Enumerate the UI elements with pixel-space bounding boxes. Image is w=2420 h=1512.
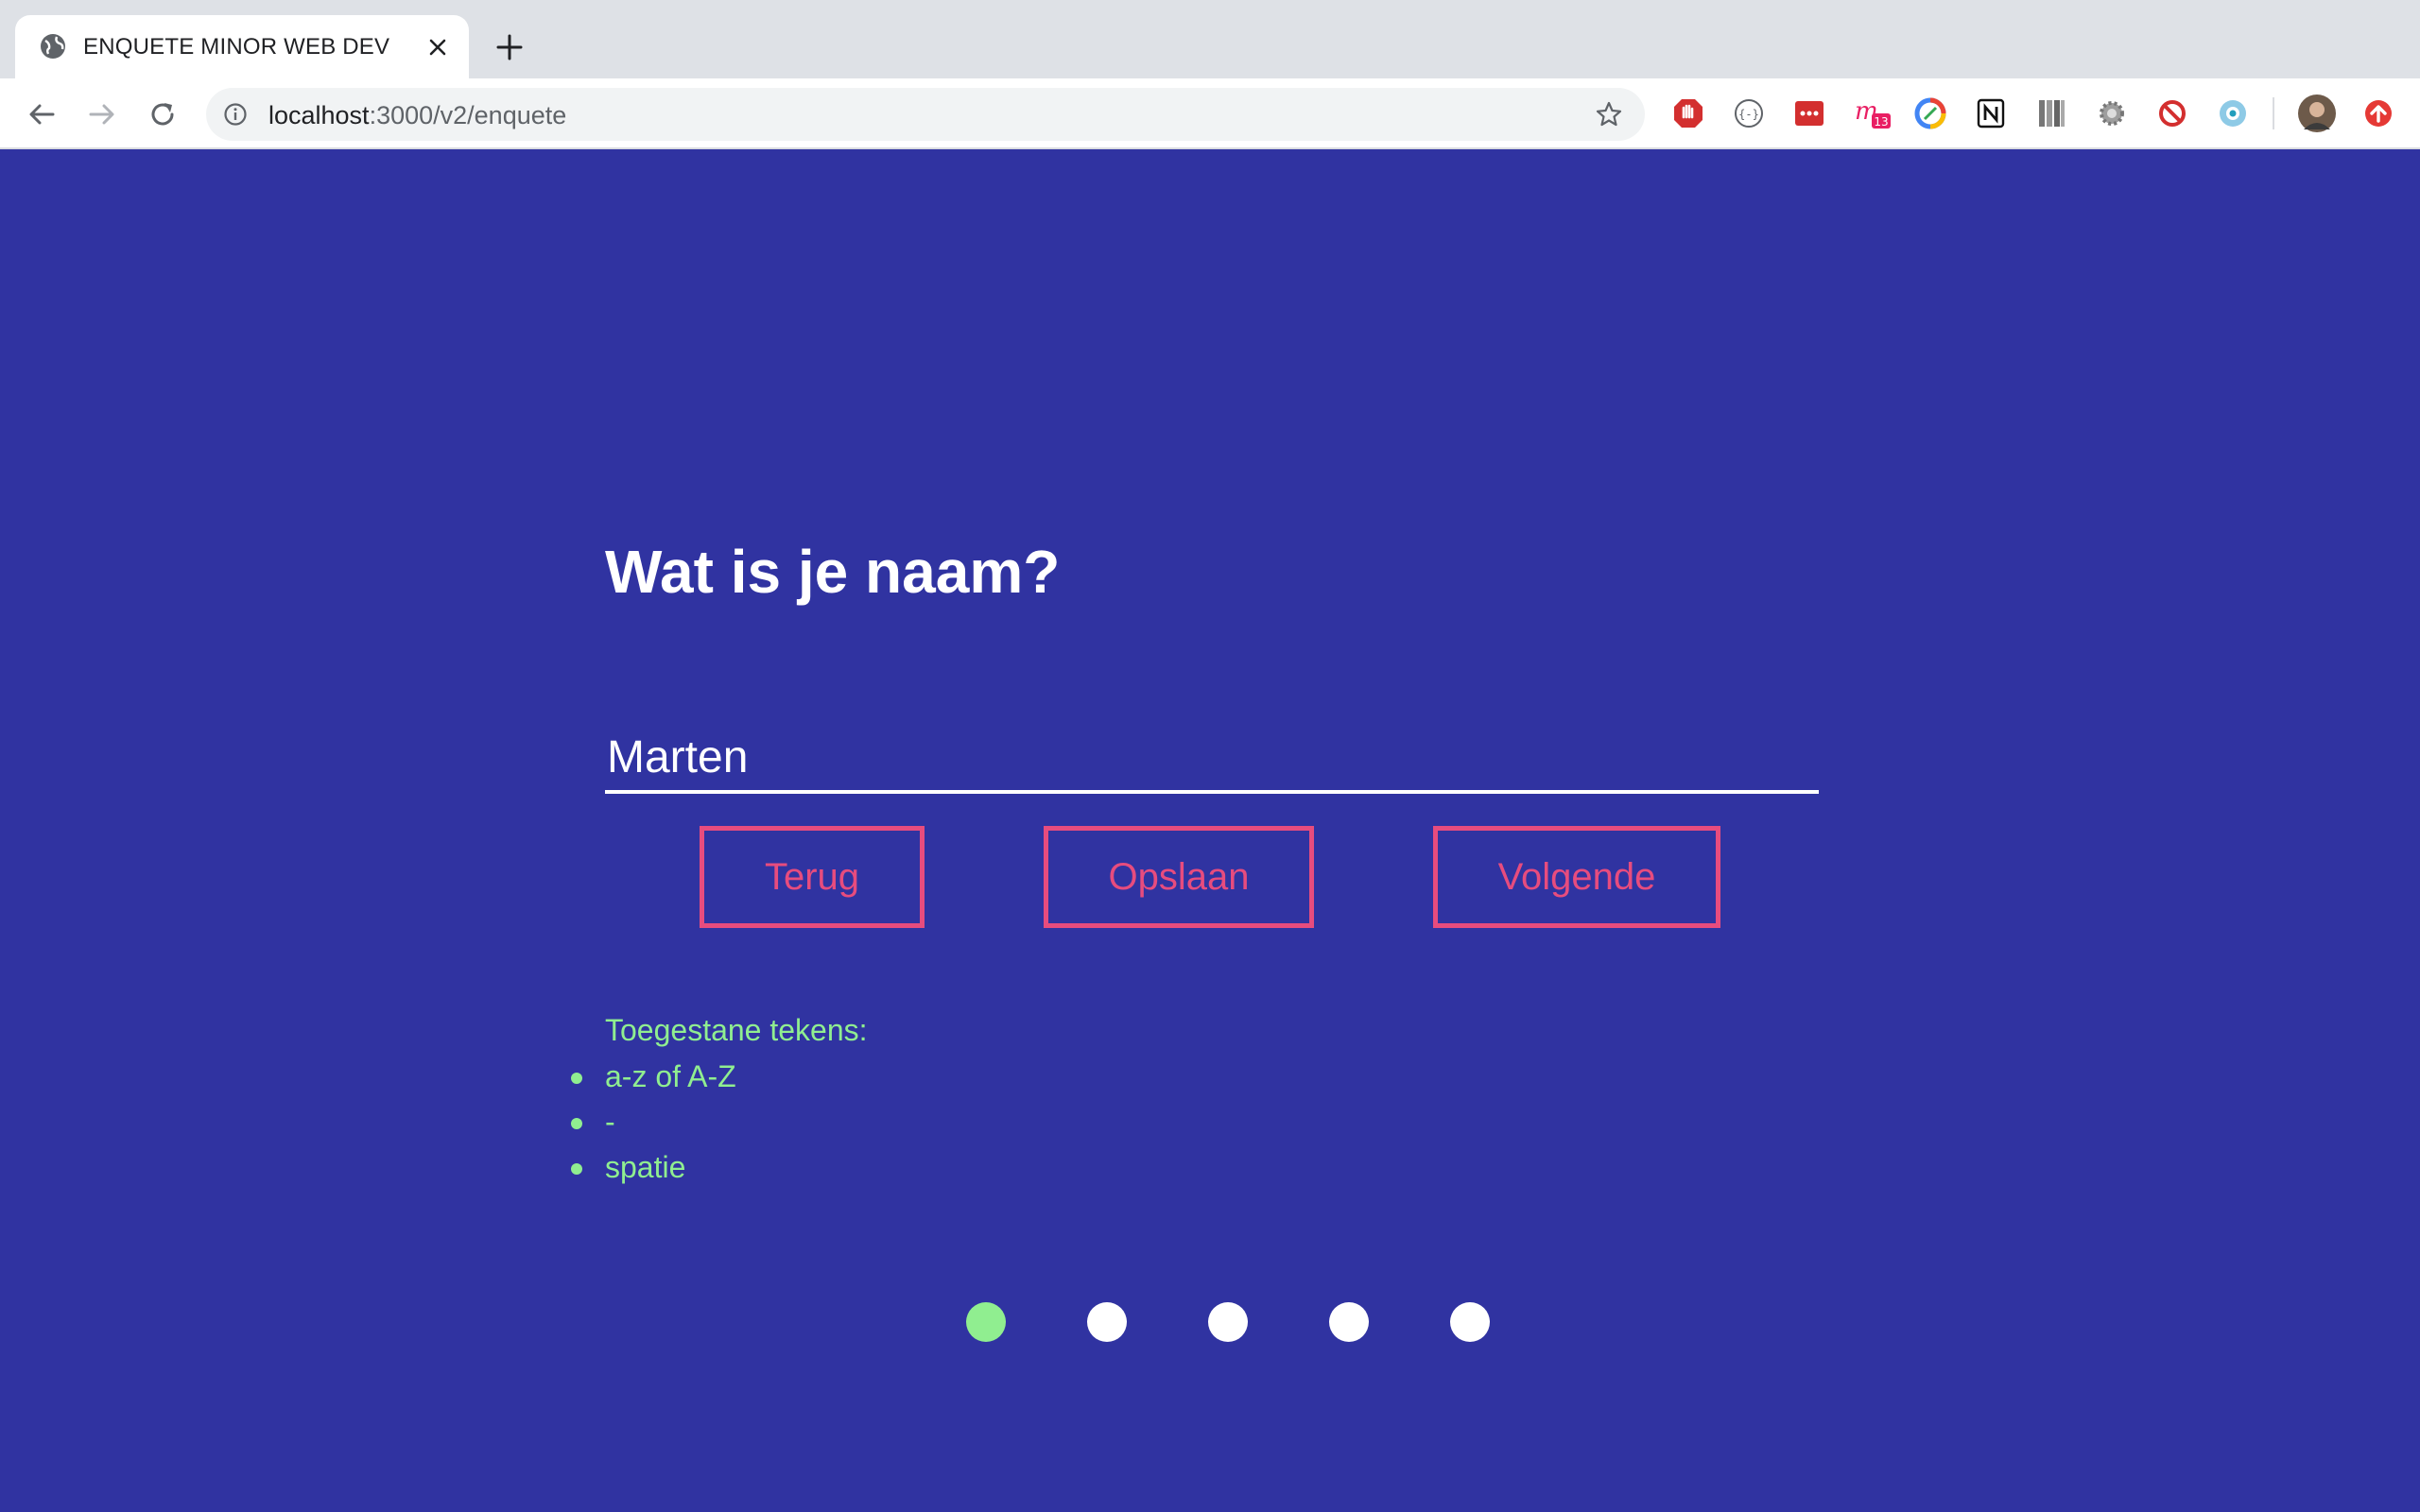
allowed-chars-list: a-z of A-Z - spatie xyxy=(571,1058,736,1194)
url-path: :3000/v2/enquete xyxy=(369,101,567,129)
list-item: a-z of A-Z xyxy=(571,1058,736,1104)
globe-icon xyxy=(41,34,65,59)
toolbar-divider xyxy=(2273,97,2274,129)
url-text: localhost:3000/v2/enquete xyxy=(268,101,566,130)
progress-step-2[interactable] xyxy=(1087,1302,1127,1342)
info-icon[interactable] xyxy=(223,102,248,127)
archive-icon[interactable] xyxy=(2034,96,2068,130)
progress-steps xyxy=(966,1302,1492,1342)
lastpass-icon[interactable] xyxy=(1792,96,1826,130)
progress-step-1[interactable] xyxy=(966,1302,1006,1342)
question-title: Wat is je naam? xyxy=(605,538,1061,606)
save-button[interactable]: Opslaan xyxy=(1044,826,1314,928)
bookmark-star-icon[interactable] xyxy=(1594,99,1624,129)
close-icon[interactable] xyxy=(424,33,452,61)
color-picker-icon[interactable] xyxy=(1913,96,1947,130)
adblock-icon[interactable] xyxy=(1671,96,1705,130)
new-tab-icon[interactable] xyxy=(493,31,526,63)
allowed-chars-title: Toegestane tekens: xyxy=(605,1013,868,1047)
back-button[interactable]: Terug xyxy=(700,826,925,928)
list-item: spatie xyxy=(571,1149,736,1194)
profile-avatar[interactable] xyxy=(2297,94,2337,133)
address-bar[interactable]: localhost:3000/v2/enquete xyxy=(206,88,1645,141)
list-item: - xyxy=(571,1104,736,1149)
forward-arrow-icon[interactable] xyxy=(83,95,121,133)
survey-page: Wat is je naam? Terug Opslaan Volgende T… xyxy=(0,149,2420,1512)
notion-icon[interactable] xyxy=(1974,96,2008,130)
browser-tab[interactable]: ENQUETE MINOR WEB DEV xyxy=(15,15,469,78)
mail-badge-icon[interactable]: m 13 xyxy=(1853,96,1893,130)
name-input[interactable] xyxy=(605,724,1819,794)
reload-icon[interactable] xyxy=(144,95,182,133)
next-button[interactable]: Volgende xyxy=(1433,826,1720,928)
block-icon[interactable] xyxy=(2155,96,2189,130)
back-arrow-icon[interactable] xyxy=(23,95,60,133)
browser-toolbar: localhost:3000/v2/enquete {-} m 13 xyxy=(0,78,2420,149)
tab-strip: ENQUETE MINOR WEB DEV xyxy=(0,0,2420,78)
tab-title: ENQUETE MINOR WEB DEV xyxy=(83,34,390,60)
update-icon[interactable] xyxy=(2361,96,2395,130)
settings-gear-icon[interactable] xyxy=(2095,96,2129,130)
svg-text:{-}: {-} xyxy=(1738,108,1759,121)
progress-step-3[interactable] xyxy=(1208,1302,1248,1342)
url-host: localhost xyxy=(268,101,370,129)
progress-step-5[interactable] xyxy=(1450,1302,1490,1342)
eye-icon[interactable] xyxy=(2216,96,2250,130)
json-formatter-icon[interactable]: {-} xyxy=(1732,96,1766,130)
progress-step-4[interactable] xyxy=(1329,1302,1369,1342)
extension-badge-count: 13 xyxy=(1874,115,1888,129)
